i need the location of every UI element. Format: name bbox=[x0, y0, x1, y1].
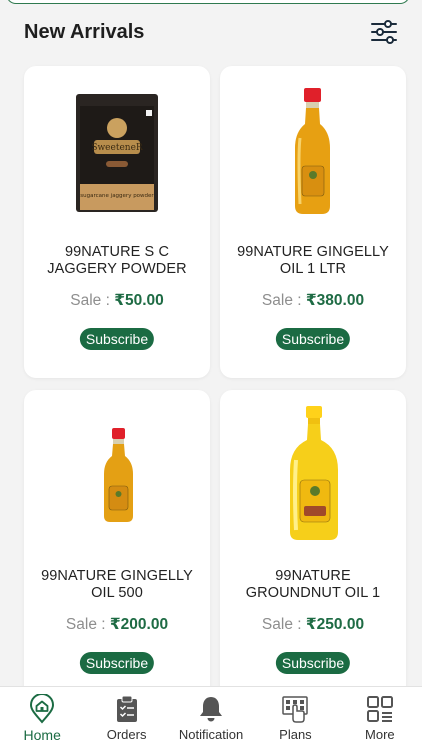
package-brand-text: SweeteneR bbox=[91, 143, 143, 153]
price-label: Sale : bbox=[70, 292, 110, 309]
nav-home[interactable]: Home bbox=[0, 687, 84, 750]
subscribe-button[interactable]: Subscribe bbox=[79, 328, 155, 350]
package-desc-text: sugarcane jaggery powder bbox=[80, 193, 154, 199]
page-header: New Arrivals bbox=[0, 4, 422, 60]
filter-sliders-icon bbox=[371, 20, 397, 44]
product-price: Sale : ₹200.00 bbox=[24, 615, 210, 634]
subscribe-button[interactable]: Subscribe bbox=[275, 652, 351, 674]
price-value: ₹200.00 bbox=[109, 616, 169, 633]
product-name: 99NATURE GINGELLY OIL 1 LTR bbox=[237, 244, 389, 277]
nav-notification-label: Notification bbox=[178, 727, 244, 742]
clipboard-icon bbox=[116, 695, 137, 722]
product-price: Sale : ₹250.00 bbox=[220, 615, 406, 634]
price-value: ₹380.00 bbox=[305, 292, 365, 309]
product-price: Sale : ₹380.00 bbox=[220, 291, 406, 310]
subscribe-button[interactable]: Subscribe bbox=[79, 652, 155, 674]
grid-icon bbox=[366, 696, 393, 722]
product-name: 99NATURE S C JAGGERY POWDER bbox=[47, 244, 187, 277]
nav-orders[interactable]: Orders bbox=[84, 687, 168, 750]
price-label: Sale : bbox=[65, 616, 106, 633]
product-image bbox=[220, 390, 406, 555]
plans-icon bbox=[282, 696, 309, 723]
nav-plans[interactable]: Plans bbox=[253, 687, 337, 750]
product-name: 99NATURE GROUNDNUT OIL 1 bbox=[245, 568, 381, 601]
price-value: ₹50.00 bbox=[114, 292, 164, 309]
product-image bbox=[24, 390, 210, 555]
page-title: New Arrivals bbox=[24, 20, 145, 43]
nav-more[interactable]: More bbox=[338, 687, 422, 750]
nav-more-label: More bbox=[365, 727, 395, 742]
bell-icon bbox=[200, 697, 223, 722]
bottom-navigation: Home Orders Notification Plans More bbox=[0, 686, 422, 750]
nav-plans-label: Plans bbox=[279, 727, 312, 742]
filter-button[interactable] bbox=[370, 18, 398, 46]
nav-home-label: Home bbox=[23, 727, 61, 743]
price-label: Sale : bbox=[261, 616, 302, 633]
price-label: Sale : bbox=[261, 292, 302, 309]
subscribe-button[interactable]: Subscribe bbox=[275, 328, 351, 350]
product-image: SweeteneR sugarcane jaggery powder bbox=[24, 66, 210, 231]
price-value: ₹250.00 bbox=[305, 616, 365, 633]
product-price: Sale : ₹50.00 bbox=[24, 291, 210, 310]
product-name: 99NATURE GINGELLY OIL 500 bbox=[41, 568, 193, 601]
nav-orders-label: Orders bbox=[106, 727, 147, 742]
product-card[interactable]: SweeteneR sugarcane jaggery powder 99NAT… bbox=[24, 66, 210, 378]
nav-notification[interactable]: Notification bbox=[169, 687, 253, 750]
product-card[interactable]: 99NATURE GINGELLY OIL 1 LTR Sale : ₹380.… bbox=[220, 66, 406, 378]
product-image bbox=[220, 66, 406, 231]
product-card[interactable]: 99NATURE GROUNDNUT OIL 1 Sale : ₹250.00 … bbox=[220, 390, 406, 702]
home-icon bbox=[30, 694, 55, 724]
product-card[interactable]: 99NATURE GINGELLY OIL 500 Sale : ₹200.00… bbox=[24, 390, 210, 702]
